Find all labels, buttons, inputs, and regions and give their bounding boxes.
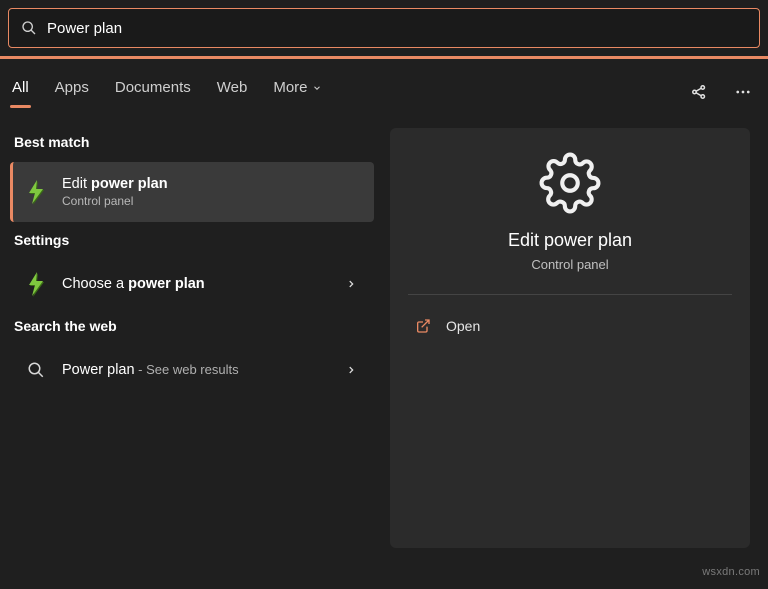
filter-tabs: All Apps Documents Web More (0, 59, 768, 118)
result-title: Choose a power plan (62, 276, 346, 292)
search-input[interactable] (47, 20, 747, 37)
result-title: Edit power plan (62, 176, 364, 192)
preview-subtitle: Control panel (408, 257, 732, 272)
section-settings: Settings (14, 232, 374, 248)
share-icon[interactable] (684, 77, 714, 107)
action-open-label: Open (446, 318, 480, 334)
tab-apps[interactable]: Apps (53, 75, 91, 108)
more-options-icon[interactable] (728, 77, 758, 107)
preview-panel: Edit power plan Control panel Open (390, 128, 750, 548)
result-choose-power-plan[interactable]: Choose a power plan (10, 260, 374, 308)
gear-icon (408, 152, 732, 214)
section-search-web: Search the web (14, 318, 374, 334)
result-title: Power plan - See web results (62, 362, 346, 378)
search-icon (21, 20, 37, 36)
chevron-down-icon (312, 83, 322, 93)
tab-all[interactable]: All (10, 75, 31, 108)
section-best-match: Best match (14, 134, 374, 150)
result-subtitle: Control panel (62, 194, 364, 208)
chevron-right-icon (346, 278, 364, 290)
open-icon (414, 317, 432, 335)
tab-more[interactable]: More (271, 75, 323, 108)
power-plan-icon (22, 178, 50, 206)
search-icon (22, 356, 50, 384)
result-web-power-plan[interactable]: Power plan - See web results (10, 346, 374, 394)
search-bar[interactable] (8, 8, 760, 48)
watermark: wsxdn.com (702, 566, 760, 578)
tab-documents[interactable]: Documents (113, 75, 193, 108)
tab-more-label: More (273, 79, 307, 96)
chevron-right-icon (346, 364, 364, 376)
result-edit-power-plan[interactable]: Edit power plan Control panel (10, 162, 374, 222)
preview-title: Edit power plan (408, 230, 732, 251)
power-plan-icon (22, 270, 50, 298)
tab-web[interactable]: Web (215, 75, 250, 108)
results-panel: Best match Edit power plan Control panel… (0, 118, 380, 589)
action-open[interactable]: Open (408, 307, 732, 345)
